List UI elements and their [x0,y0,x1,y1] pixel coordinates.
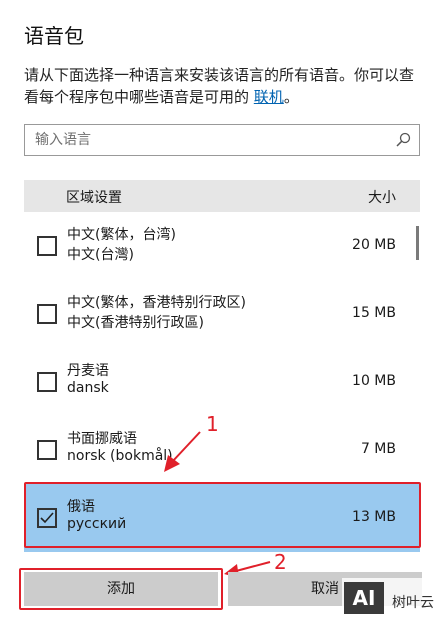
annotation-arrows [164,431,271,578]
watermark-logo: AI [344,582,384,614]
watermark-text: 树叶云 [392,595,434,611]
add-button[interactable]: 添加 [24,572,218,606]
watermark: AI 树叶云 [342,578,446,622]
